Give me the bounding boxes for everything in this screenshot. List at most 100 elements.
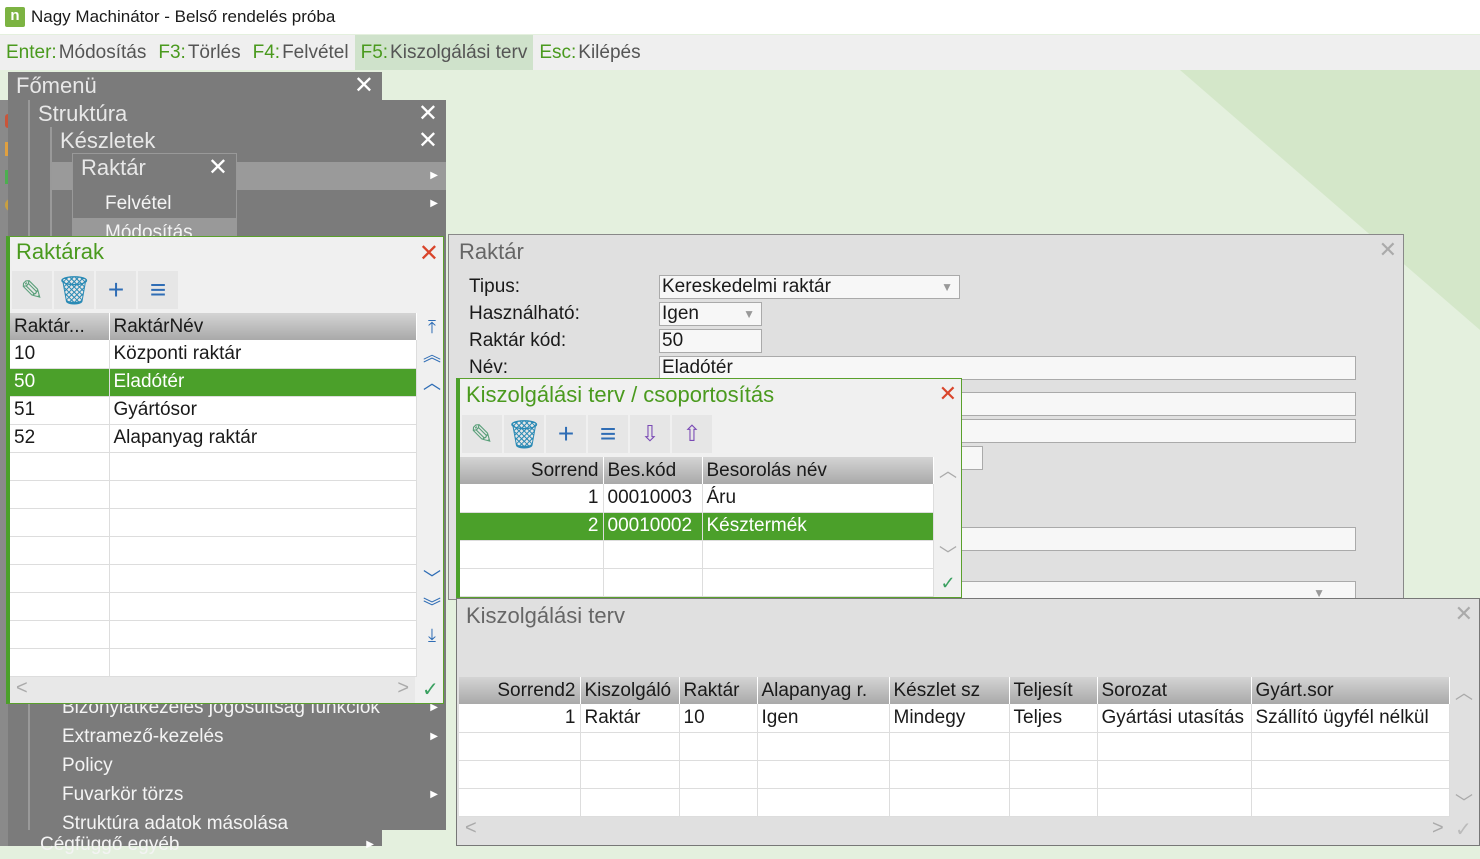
table-row[interactable]: 1 Raktár 10 Igen Mindegy Teljes Gyártási utasí… — [459, 704, 1450, 733]
add-plus-icon[interactable]: + — [96, 271, 136, 309]
fkey-button[interactable]: F4: Felvétel — [247, 35, 355, 70]
form-input[interactable] — [949, 392, 1356, 416]
scroll-right-icon[interactable]: > — [1432, 817, 1444, 840]
confirm-check-icon[interactable]: ✓ — [940, 569, 955, 597]
column-header[interactable]: Besorolás név — [702, 457, 934, 484]
hasznalhato-select[interactable]: Igen ▼ — [659, 302, 762, 326]
table-row[interactable]: 52 Alapanyag raktár — [10, 424, 417, 453]
nev-input[interactable]: Eladótér — [659, 356, 1356, 380]
edit-pencil-icon[interactable]: ✎ — [462, 415, 502, 453]
csoportositas-window: Kiszolgálási terv / csoportosítás ✕ ✎ 🗑 … — [456, 378, 962, 598]
table-row[interactable]: 50 Eladótér — [10, 368, 417, 397]
menu-item[interactable]: Fuvarkör törzs ▶ — [30, 780, 446, 809]
tipus-select[interactable]: Kereskedelmi raktár ▼ — [659, 275, 960, 299]
add-plus-icon[interactable]: + — [546, 415, 586, 453]
empty-row[interactable] — [460, 540, 934, 569]
table-row[interactable]: 2 00010002 Késztermék — [460, 512, 934, 541]
row-down-icon[interactable]: ﹀ — [423, 565, 441, 593]
fkey-label: Törlés — [187, 41, 241, 63]
close-icon[interactable]: ✕ — [418, 127, 438, 154]
empty-row[interactable] — [10, 480, 417, 509]
form-input[interactable] — [949, 527, 1356, 551]
empty-row[interactable] — [10, 648, 417, 677]
list-menu-icon[interactable]: ≡ — [138, 271, 178, 309]
column-header[interactable]: Raktár — [679, 677, 758, 704]
edit-pencil-icon[interactable]: ✎ — [12, 271, 52, 309]
row-down-icon[interactable]: ﹀ — [1455, 789, 1473, 815]
confirm-check-icon[interactable]: ✓ — [422, 677, 439, 702]
close-icon[interactable]: ✕ — [1379, 237, 1397, 263]
list-menu-icon[interactable]: ≡ — [588, 415, 628, 453]
column-header[interactable]: Gyárt.sor — [1251, 677, 1450, 704]
table-row[interactable]: 1 00010003 Áru — [460, 484, 934, 513]
raktarak-table: Raktár... RaktárNév 10 Központi raktár 50 Ela… — [10, 313, 417, 677]
empty-row[interactable] — [459, 732, 1450, 761]
column-header[interactable]: RaktárNév — [109, 313, 417, 340]
close-icon[interactable]: ✕ — [1455, 601, 1473, 627]
empty-row[interactable] — [10, 592, 417, 621]
column-header[interactable]: Sorrend2 — [459, 677, 581, 704]
empty-row[interactable] — [10, 620, 417, 649]
fkey-button[interactable]: F3: Törlés — [152, 35, 246, 70]
close-icon[interactable]: ✕ — [208, 154, 228, 181]
move-down-icon[interactable]: ⇩ — [630, 415, 670, 453]
menu-item[interactable]: Extramező-kezelés ▶ — [30, 722, 446, 751]
empty-row[interactable] — [10, 452, 417, 481]
column-header[interactable]: Készlet sz — [889, 677, 1010, 704]
row-up-icon[interactable]: ︿ — [1455, 679, 1473, 705]
empty-row[interactable] — [10, 564, 417, 593]
scroll-left-icon[interactable]: < — [465, 817, 477, 840]
scroll-bottom-icon[interactable]: ⤓ — [428, 621, 436, 649]
move-up-icon[interactable]: ⇧ — [672, 415, 712, 453]
delete-trash-icon[interactable]: 🗑 — [504, 415, 544, 453]
raktar-kod-input[interactable]: 50 — [659, 329, 762, 353]
delete-trash-icon[interactable]: 🗑 — [54, 271, 94, 309]
fkey-label: Módosítás — [58, 41, 147, 63]
empty-row[interactable] — [459, 788, 1450, 817]
window-title: Kiszolgálási terv / csoportosítás — [466, 382, 775, 407]
column-header[interactable]: Sorrend — [460, 457, 604, 484]
menu-item-modositas[interactable]: Módosítás — [73, 218, 236, 236]
row-scroller: ︿ ﹀ ✓ — [934, 457, 962, 597]
column-header[interactable]: Raktár... — [10, 313, 110, 340]
close-icon[interactable]: ✕ — [418, 100, 438, 127]
empty-row[interactable] — [10, 508, 417, 537]
column-header[interactable]: Alapanyag r. — [757, 677, 890, 704]
fkey-button[interactable]: Esc: Kilépés — [533, 35, 646, 70]
table-row[interactable]: 51 Gyártósor — [10, 396, 417, 425]
tipus-label: Tipus: — [469, 276, 521, 297]
raktar-menu-title: Raktár ✕ — [81, 154, 228, 181]
row-up-icon[interactable]: ︿ — [423, 369, 441, 397]
form-input[interactable] — [949, 419, 1356, 443]
table-row[interactable]: 10 Központi raktár — [10, 340, 417, 369]
page-up-icon[interactable]: ︽ — [423, 341, 441, 369]
column-header[interactable]: Sorozat — [1097, 677, 1252, 704]
fkey-button[interactable]: Enter: Módosítás — [0, 35, 152, 70]
row-down-icon[interactable]: ﹀ — [939, 541, 957, 569]
column-header[interactable]: Bes.kód — [603, 457, 703, 484]
row-up-icon[interactable]: ︿ — [939, 457, 957, 485]
column-header[interactable]: Kiszolgáló — [580, 677, 680, 704]
empty-row[interactable] — [460, 568, 934, 597]
horizontal-scrollbar[interactable]: < > — [10, 677, 415, 703]
menu-item[interactable]: Policy — [30, 751, 446, 780]
table-cell — [702, 540, 934, 569]
column-header[interactable]: Teljesít — [1009, 677, 1098, 704]
empty-row[interactable] — [459, 760, 1450, 789]
table-cell: 00010002 — [603, 512, 703, 541]
page-down-icon[interactable]: ︾ — [423, 593, 441, 621]
fkey-key: Esc: — [539, 41, 577, 63]
close-icon[interactable]: ✕ — [419, 239, 439, 268]
kiszolgalasi-terv-table: Sorrend2 Kiszolgáló Raktár Alapanyag r. Kész… — [459, 677, 1450, 817]
table-cell — [10, 564, 110, 593]
menu-item-felvetel[interactable]: Felvétel — [73, 189, 236, 218]
close-icon[interactable]: ✕ — [354, 72, 374, 99]
fkey-button[interactable]: F5: Kiszolgálási terv — [354, 35, 534, 70]
table-cell: Gyártási utasítás — [1097, 704, 1252, 733]
scroll-top-icon[interactable]: ⤒ — [428, 313, 436, 341]
menu-item[interactable]: Struktúra adatok másolása — [30, 809, 446, 838]
empty-row[interactable] — [10, 536, 417, 565]
confirm-check-icon[interactable]: ✓ — [1455, 817, 1472, 842]
table-cell — [757, 788, 890, 817]
close-icon[interactable]: ✕ — [939, 381, 957, 407]
